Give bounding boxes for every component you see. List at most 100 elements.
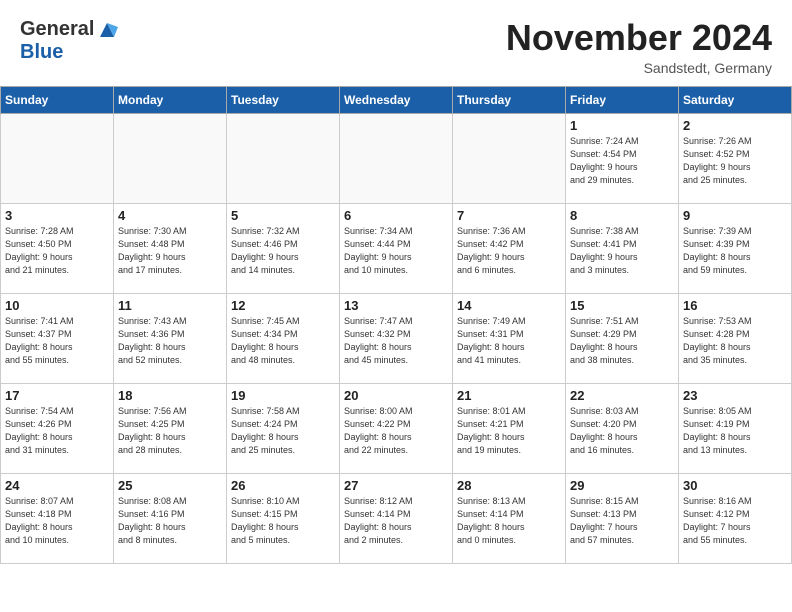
calendar-cell: 14Sunrise: 7:49 AM Sunset: 4:31 PM Dayli… — [453, 293, 566, 383]
day-info: Sunrise: 8:08 AM Sunset: 4:16 PM Dayligh… — [118, 495, 222, 547]
day-number: 7 — [457, 208, 561, 223]
day-info: Sunrise: 7:30 AM Sunset: 4:48 PM Dayligh… — [118, 225, 222, 277]
day-number: 3 — [5, 208, 109, 223]
day-info: Sunrise: 7:58 AM Sunset: 4:24 PM Dayligh… — [231, 405, 335, 457]
day-number: 11 — [118, 298, 222, 313]
month-title: November 2024 — [506, 18, 772, 58]
weekday-header: Wednesday — [340, 86, 453, 113]
day-info: Sunrise: 7:34 AM Sunset: 4:44 PM Dayligh… — [344, 225, 448, 277]
calendar-cell: 12 Sunrise: 7:45 AM Sunset: 4:34 PM Dayli… — [227, 293, 340, 383]
calendar-cell: 1 Sunrise: 7:24 AM Sunset: 4:54 PM Daylig… — [566, 113, 679, 203]
calendar-cell: 30 Sunrise: 8:16 AM Sunset: 4:12 PM Dayli… — [679, 473, 792, 563]
day-info: Sunrise: 7:51 AM Sunset: 4:29 PM Dayligh… — [570, 315, 674, 367]
day-info: Sunrise: 7:43 AM Sunset: 4:36 PM Dayligh… — [118, 315, 222, 367]
day-info: Sunrise: 7:38 AM Sunset: 4:41 PM Dayligh… — [570, 225, 674, 277]
calendar-cell: 3 Sunrise: 7:28 AM Sunset: 4:50 PM Daylig… — [1, 203, 114, 293]
calendar-cell: 6 Sunrise: 7:34 AM Sunset: 4:44 PM Daylig… — [340, 203, 453, 293]
day-info: Sunrise: 8:07 AM Sunset: 4:18 PM Dayligh… — [5, 495, 109, 547]
calendar-cell — [453, 113, 566, 203]
title-area: November 2024 Sandstedt, Germany — [506, 18, 772, 76]
day-info: Sunrise: 8:00 AM Sunset: 4:22 PM Dayligh… — [344, 405, 448, 457]
weekday-header: Monday — [114, 86, 227, 113]
calendar-week-row: 17 Sunrise: 7:54 AM Sunset: 4:26 PM Dayli… — [1, 383, 792, 473]
weekday-header: Sunday — [1, 86, 114, 113]
calendar-cell — [227, 113, 340, 203]
day-info: Sunrise: 8:05 AM Sunset: 4:19 PM Dayligh… — [683, 405, 787, 457]
day-number: 24 — [5, 478, 109, 493]
day-number: 16 — [683, 298, 787, 313]
day-info: Sunrise: 7:49 AM Sunset: 4:31 PM Dayligh… — [457, 315, 561, 367]
day-info: Sunrise: 8:16 AM Sunset: 4:12 PM Dayligh… — [683, 495, 787, 547]
calendar-cell: 2Sunrise: 7:26 AM Sunset: 4:52 PM Daylig… — [679, 113, 792, 203]
day-number: 30 — [683, 478, 787, 493]
day-number: 21 — [457, 388, 561, 403]
calendar-header-row: SundayMondayTuesdayWednesdayThursdayFrid… — [1, 86, 792, 113]
day-info: Sunrise: 8:01 AM Sunset: 4:21 PM Dayligh… — [457, 405, 561, 457]
day-number: 13 — [344, 298, 448, 313]
weekday-header: Friday — [566, 86, 679, 113]
calendar-cell: 21 Sunrise: 8:01 AM Sunset: 4:21 PM Dayli… — [453, 383, 566, 473]
day-number: 19 — [231, 388, 335, 403]
day-info: Sunrise: 7:32 AM Sunset: 4:46 PM Dayligh… — [231, 225, 335, 277]
calendar-cell: 5 Sunrise: 7:32 AM Sunset: 4:46 PM Daylig… — [227, 203, 340, 293]
day-info: Sunrise: 7:45 AM Sunset: 4:34 PM Dayligh… — [231, 315, 335, 367]
day-info: Sunrise: 7:39 AM Sunset: 4:39 PM Dayligh… — [683, 225, 787, 277]
weekday-header: Tuesday — [227, 86, 340, 113]
day-info: Sunrise: 7:24 AM Sunset: 4:54 PM Dayligh… — [570, 135, 674, 187]
calendar-cell: 8Sunrise: 7:38 AM Sunset: 4:41 PM Daylig… — [566, 203, 679, 293]
calendar-cell: 19 Sunrise: 7:58 AM Sunset: 4:24 PM Dayli… — [227, 383, 340, 473]
calendar-week-row: 3 Sunrise: 7:28 AM Sunset: 4:50 PM Daylig… — [1, 203, 792, 293]
day-info: Sunrise: 8:10 AM Sunset: 4:15 PM Dayligh… — [231, 495, 335, 547]
day-info: Sunrise: 7:36 AM Sunset: 4:42 PM Dayligh… — [457, 225, 561, 277]
day-number: 27 — [344, 478, 448, 493]
logo-general-text: General — [20, 18, 94, 41]
logo-icon — [96, 19, 118, 41]
day-number: 20 — [344, 388, 448, 403]
calendar-cell: 15 Sunrise: 7:51 AM Sunset: 4:29 PM Dayli… — [566, 293, 679, 383]
day-number: 17 — [5, 388, 109, 403]
day-number: 4 — [118, 208, 222, 223]
day-info: Sunrise: 7:28 AM Sunset: 4:50 PM Dayligh… — [5, 225, 109, 277]
weekday-header: Thursday — [453, 86, 566, 113]
calendar-cell — [340, 113, 453, 203]
day-number: 15 — [570, 298, 674, 313]
day-info: Sunrise: 7:26 AM Sunset: 4:52 PM Dayligh… — [683, 135, 787, 187]
day-number: 26 — [231, 478, 335, 493]
day-info: Sunrise: 8:13 AM Sunset: 4:14 PM Dayligh… — [457, 495, 561, 547]
calendar-cell: 29 Sunrise: 8:15 AM Sunset: 4:13 PM Dayli… — [566, 473, 679, 563]
day-info: Sunrise: 7:54 AM Sunset: 4:26 PM Dayligh… — [5, 405, 109, 457]
calendar-cell: 23 Sunrise: 8:05 AM Sunset: 4:19 PM Dayli… — [679, 383, 792, 473]
day-number: 12 — [231, 298, 335, 313]
weekday-header: Saturday — [679, 86, 792, 113]
calendar-cell: 26 Sunrise: 8:10 AM Sunset: 4:15 PM Dayli… — [227, 473, 340, 563]
logo: General Blue — [20, 18, 118, 64]
calendar-cell: 27Sunrise: 8:12 AM Sunset: 4:14 PM Dayli… — [340, 473, 453, 563]
day-number: 25 — [118, 478, 222, 493]
calendar-week-row: 24 Sunrise: 8:07 AM Sunset: 4:18 PM Dayli… — [1, 473, 792, 563]
day-number: 29 — [570, 478, 674, 493]
calendar-cell: 10Sunrise: 7:41 AM Sunset: 4:37 PM Dayli… — [1, 293, 114, 383]
day-number: 1 — [570, 118, 674, 133]
calendar-cell: 16Sunrise: 7:53 AM Sunset: 4:28 PM Dayli… — [679, 293, 792, 383]
day-number: 6 — [344, 208, 448, 223]
calendar-week-row: 1 Sunrise: 7:24 AM Sunset: 4:54 PM Daylig… — [1, 113, 792, 203]
calendar-cell: 20 Sunrise: 8:00 AM Sunset: 4:22 PM Dayli… — [340, 383, 453, 473]
calendar-cell — [114, 113, 227, 203]
calendar-week-row: 10Sunrise: 7:41 AM Sunset: 4:37 PM Dayli… — [1, 293, 792, 383]
day-number: 23 — [683, 388, 787, 403]
day-info: Sunrise: 8:15 AM Sunset: 4:13 PM Dayligh… — [570, 495, 674, 547]
day-number: 5 — [231, 208, 335, 223]
day-number: 22 — [570, 388, 674, 403]
calendar-cell: 25 Sunrise: 8:08 AM Sunset: 4:16 PM Dayli… — [114, 473, 227, 563]
calendar-cell: 4 Sunrise: 7:30 AM Sunset: 4:48 PM Daylig… — [114, 203, 227, 293]
calendar-cell: 17 Sunrise: 7:54 AM Sunset: 4:26 PM Dayli… — [1, 383, 114, 473]
calendar-cell: 22Sunrise: 8:03 AM Sunset: 4:20 PM Dayli… — [566, 383, 679, 473]
calendar-cell: 24 Sunrise: 8:07 AM Sunset: 4:18 PM Dayli… — [1, 473, 114, 563]
calendar-cell: 13Sunrise: 7:47 AM Sunset: 4:32 PM Dayli… — [340, 293, 453, 383]
calendar-cell: 18Sunrise: 7:56 AM Sunset: 4:25 PM Dayli… — [114, 383, 227, 473]
calendar-cell: 11 Sunrise: 7:43 AM Sunset: 4:36 PM Dayli… — [114, 293, 227, 383]
calendar-cell: 28Sunrise: 8:13 AM Sunset: 4:14 PM Dayli… — [453, 473, 566, 563]
calendar-cell: 7 Sunrise: 7:36 AM Sunset: 4:42 PM Daylig… — [453, 203, 566, 293]
day-info: Sunrise: 7:56 AM Sunset: 4:25 PM Dayligh… — [118, 405, 222, 457]
day-info: Sunrise: 7:41 AM Sunset: 4:37 PM Dayligh… — [5, 315, 109, 367]
